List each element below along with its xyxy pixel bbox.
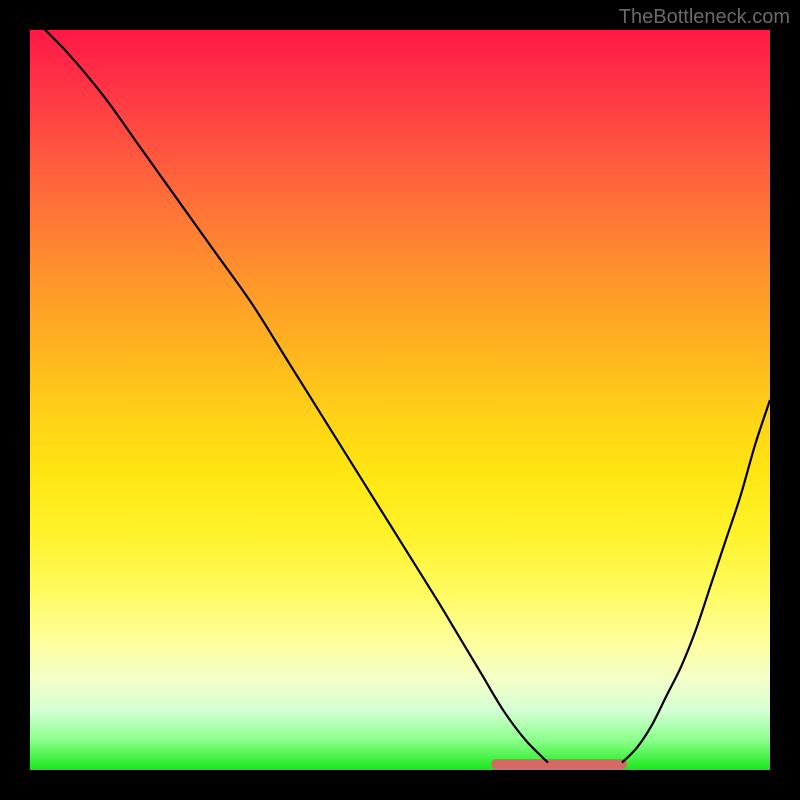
left-curve-line — [30, 30, 548, 763]
right-curve-line — [622, 400, 770, 763]
plot-area — [30, 30, 770, 770]
chart-svg — [30, 30, 770, 770]
watermark-text: TheBottleneck.com — [619, 6, 790, 29]
